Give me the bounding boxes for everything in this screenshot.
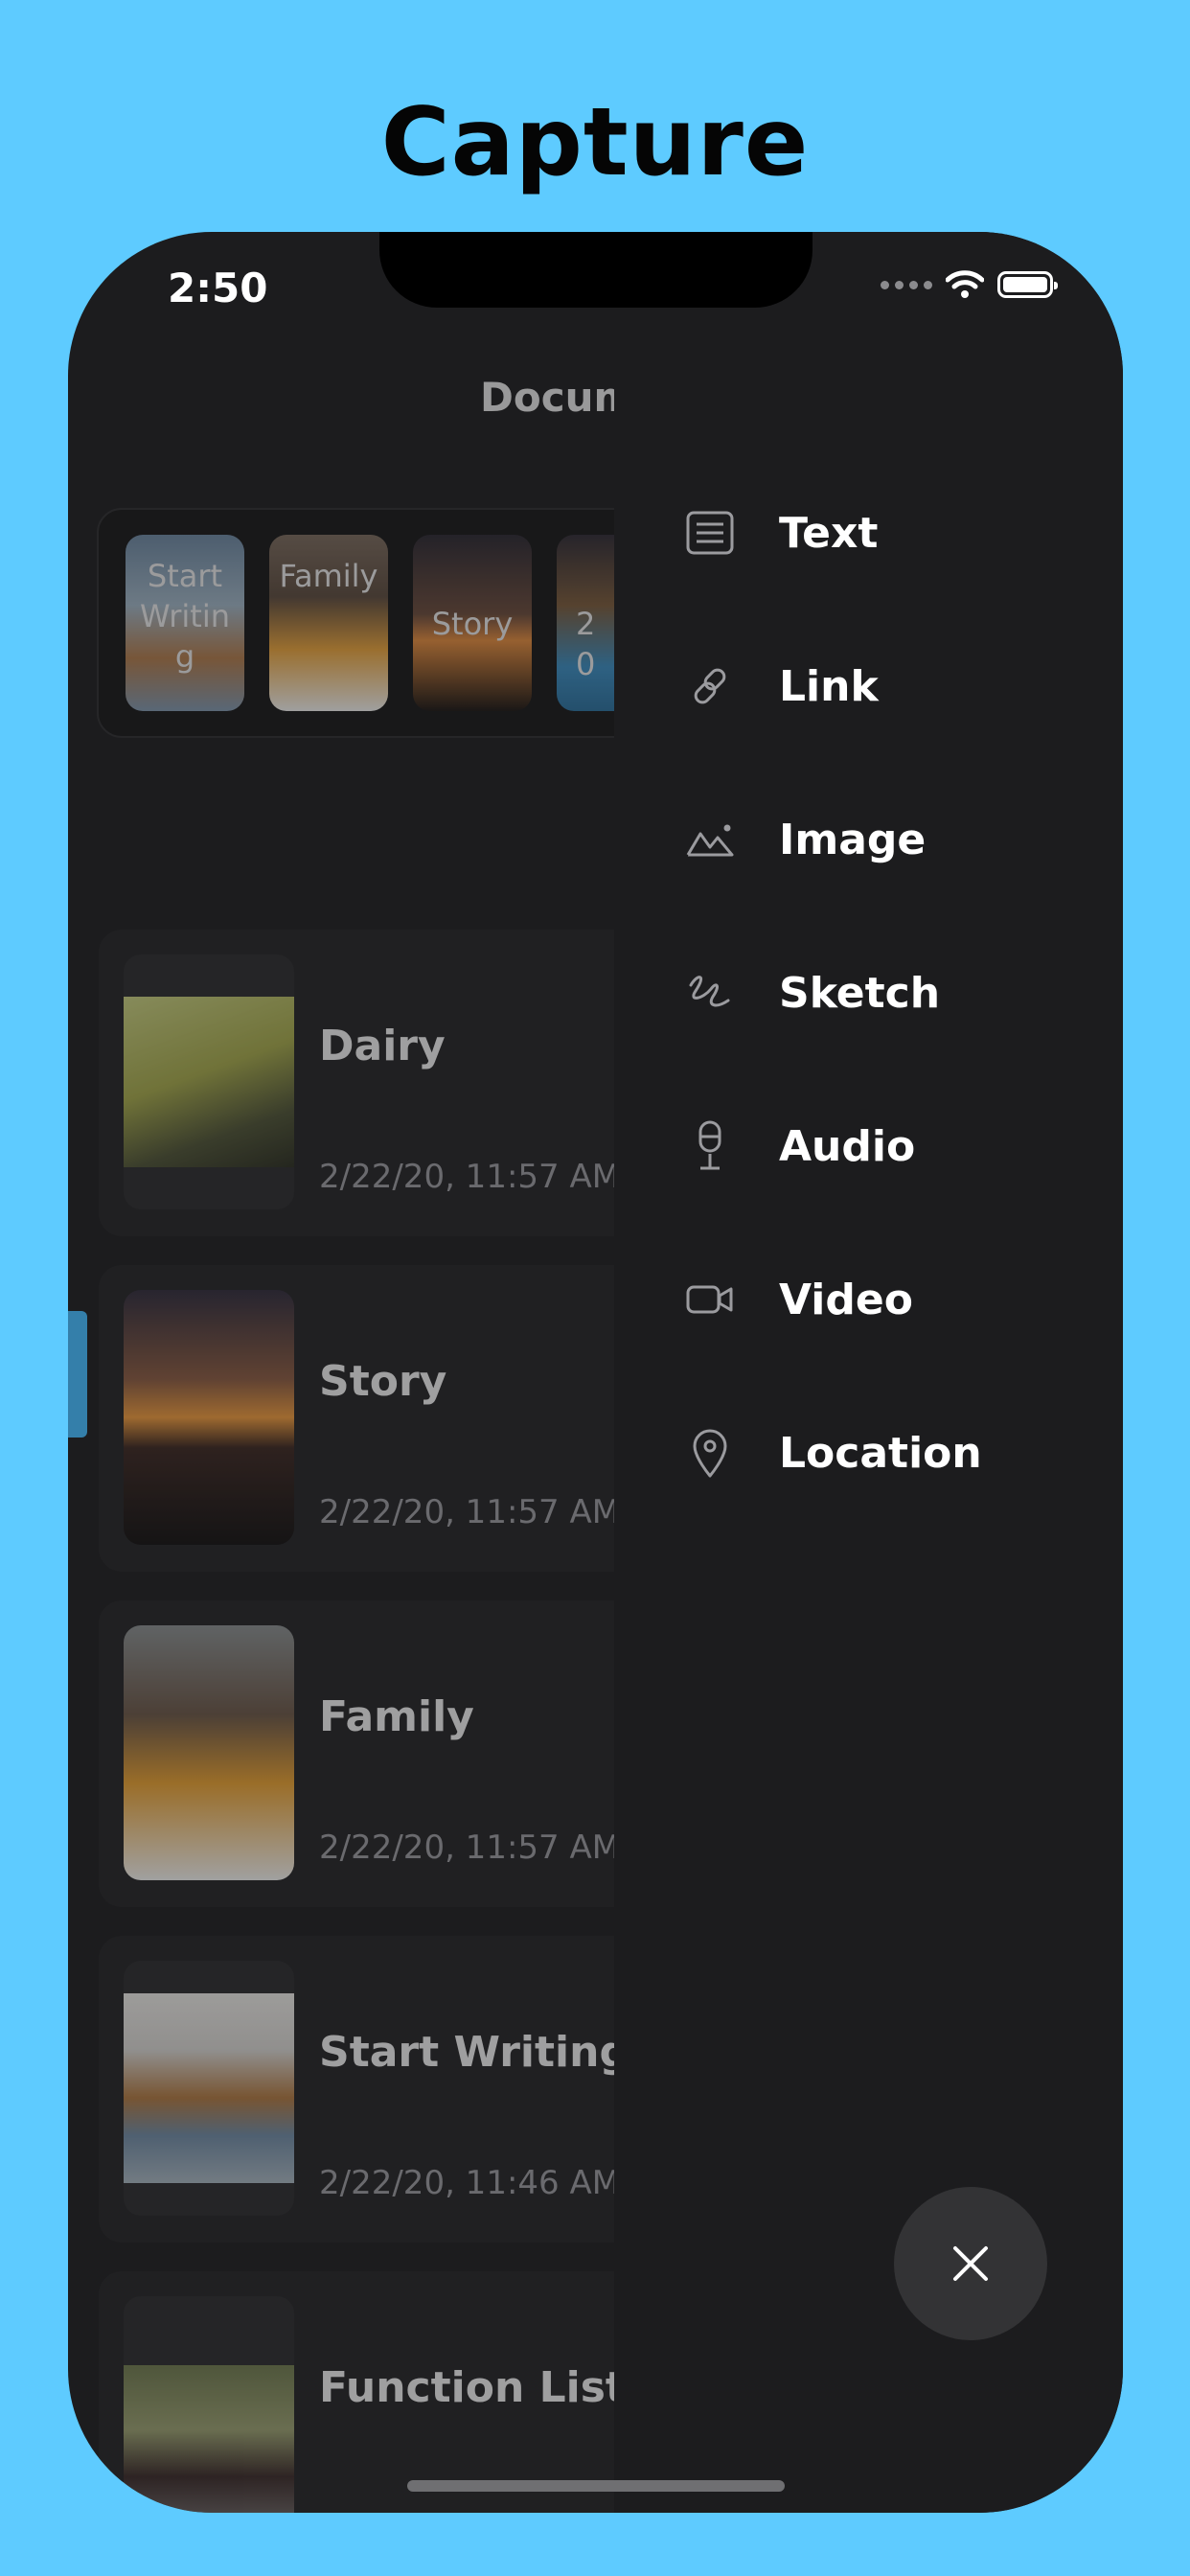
menu-label: Text xyxy=(779,508,879,558)
capture-menu: Text Link Image Sketch Audio Video Locat… xyxy=(614,232,1123,2513)
thumbnail-card[interactable]: Family xyxy=(269,535,388,711)
menu-label: Link xyxy=(779,661,879,711)
link-icon xyxy=(681,657,739,715)
location-pin-icon xyxy=(681,1424,739,1482)
menu-item-sketch[interactable]: Sketch xyxy=(681,954,940,1031)
thumbnail-card[interactable]: 20 xyxy=(557,535,614,711)
home-indicator[interactable] xyxy=(407,2480,785,2492)
side-tab-handle[interactable] xyxy=(68,1311,87,1438)
thumbnail-card[interactable]: Start Writing xyxy=(126,535,244,711)
thumbnail-label: Start Writing xyxy=(140,558,230,675)
menu-label: Video xyxy=(779,1275,913,1324)
thumbnail-card[interactable]: Story xyxy=(413,535,532,711)
item-image xyxy=(124,1961,294,2216)
menu-item-image[interactable]: Image xyxy=(681,801,926,878)
menu-item-audio[interactable]: Audio xyxy=(681,1108,915,1184)
item-image xyxy=(124,1290,294,1545)
notch xyxy=(379,232,812,308)
wifi-icon xyxy=(946,270,984,298)
item-title: Start Writing xyxy=(319,2028,629,2077)
image-icon xyxy=(681,811,739,868)
status-time: 2:50 xyxy=(168,264,268,311)
text-icon xyxy=(681,504,739,562)
item-title: Family xyxy=(319,1692,474,1741)
menu-label: Location xyxy=(779,1428,982,1478)
item-date: 2/22/20, 11:46 AM xyxy=(319,2164,621,2202)
sketch-icon xyxy=(681,964,739,1022)
menu-item-location[interactable]: Location xyxy=(681,1414,982,1491)
thumbnail-label: Story xyxy=(431,606,514,642)
item-date: 2/22/20, 11:57 AM xyxy=(319,1828,621,1867)
menu-label: Image xyxy=(779,815,927,864)
item-title: Story xyxy=(319,1357,447,1406)
headline: Capture xyxy=(380,88,810,197)
thumbnail-label: Family xyxy=(279,558,378,594)
menu-item-text[interactable]: Text xyxy=(681,494,878,571)
item-image xyxy=(124,954,294,1209)
video-icon xyxy=(681,1271,739,1328)
item-image xyxy=(124,2296,294,2513)
status-icons xyxy=(881,270,1058,299)
menu-item-video[interactable]: Video xyxy=(681,1261,913,1338)
battery-icon xyxy=(997,271,1058,298)
item-title: Dairy xyxy=(319,1022,446,1070)
menu-item-link[interactable]: Link xyxy=(681,648,879,724)
signal-icon xyxy=(881,280,932,289)
close-button[interactable] xyxy=(894,2187,1047,2340)
microphone-icon xyxy=(681,1117,739,1175)
thumbnail-label: 20 xyxy=(576,606,596,682)
close-icon xyxy=(953,2246,988,2281)
menu-label: Sketch xyxy=(779,968,941,1018)
item-date: 2/22/20, 11:57 AM xyxy=(319,1158,621,1196)
item-date: 2/22/20, 11:57 AM xyxy=(319,1493,621,1531)
page-title: Docum xyxy=(480,374,636,421)
item-image xyxy=(124,1625,294,1880)
phone-screen: 2:50 Docum Start Writing Family Story 20 xyxy=(68,232,1123,2513)
menu-label: Audio xyxy=(779,1121,916,1171)
item-title: Function List xyxy=(319,2363,626,2412)
